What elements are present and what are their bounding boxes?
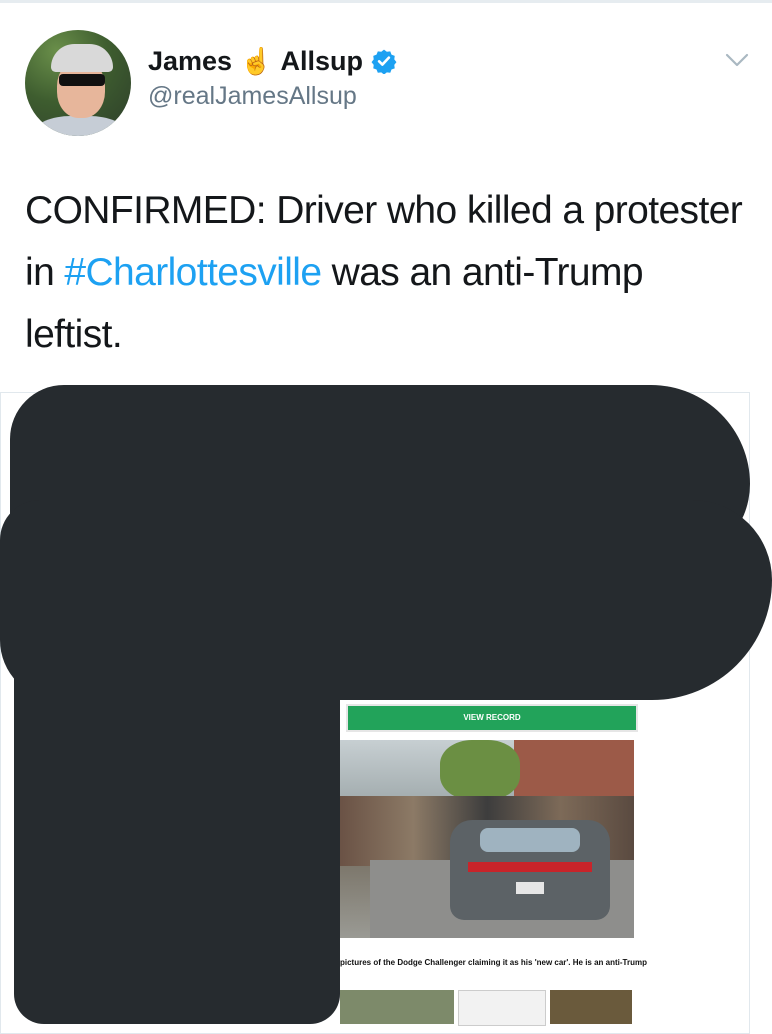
avatar-cap: [51, 44, 113, 72]
photo-car: [450, 820, 610, 920]
car-taillight: [468, 862, 592, 872]
chevron-down-icon[interactable]: [724, 50, 750, 70]
photo-trees: [440, 740, 520, 800]
media-caption: pictures of the Dodge Challenger claimin…: [340, 958, 647, 967]
display-name-row[interactable]: James ☝ Allsup: [148, 44, 397, 78]
media-thumbnail-2: [458, 990, 546, 1026]
redaction-block-left: [14, 640, 340, 1024]
media-thumbnail-3: [550, 990, 632, 1024]
car-window: [480, 828, 580, 852]
view-record-button: VIEW RECORD: [346, 704, 638, 732]
avatar-shirt: [35, 116, 125, 136]
media-document: VIEW RECORD pictures of the Dodge Challe…: [340, 700, 647, 1026]
media-thumbnail-1: [340, 990, 454, 1024]
display-name-first: James: [148, 45, 233, 76]
car-plate: [516, 882, 544, 894]
verified-badge-icon: [371, 49, 397, 74]
media-photo: [340, 740, 634, 938]
user-handle[interactable]: @realJamesAllsup: [148, 82, 357, 111]
top-divider: [0, 0, 772, 3]
avatar-sunglasses: [59, 74, 105, 86]
tweet-text: CONFIRMED: Driver who killed a protester…: [25, 180, 745, 366]
pointing-finger-emoji: ☝: [240, 46, 273, 76]
hashtag-link[interactable]: #Charlottesville: [64, 251, 322, 294]
display-name-last: Allsup: [280, 45, 363, 76]
avatar[interactable]: [25, 30, 131, 136]
